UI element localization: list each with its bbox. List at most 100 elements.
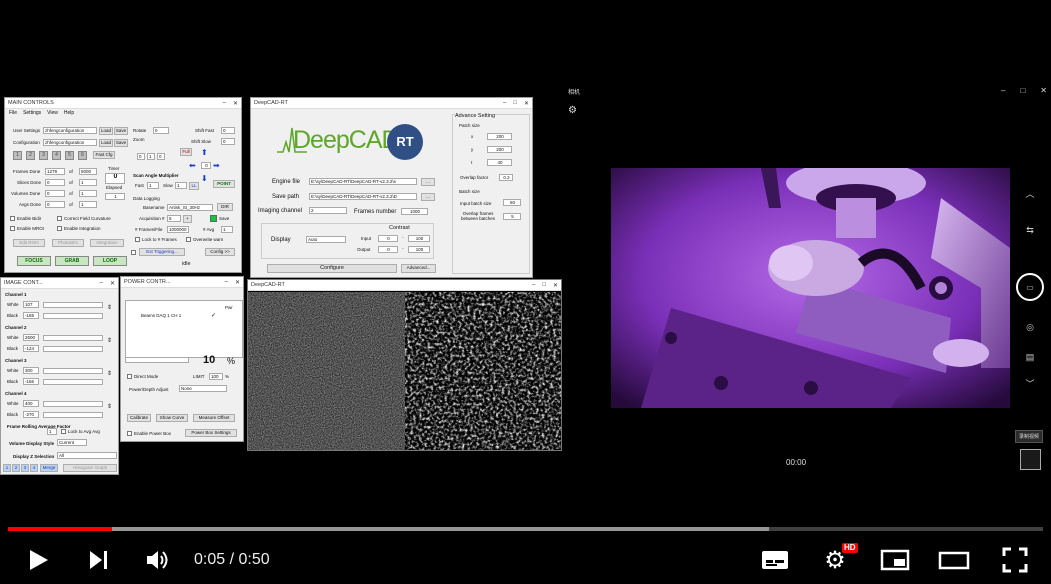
rotate-input[interactable]: 0 xyxy=(153,127,169,134)
white-slider[interactable] xyxy=(43,401,103,407)
subtitles-button[interactable] xyxy=(758,543,792,577)
frames-file-input[interactable]: 1000000 xyxy=(167,226,189,233)
cfg-button-2[interactable]: 2 xyxy=(26,151,35,160)
power-depth-select[interactable]: None xyxy=(179,385,227,392)
direct-mode-checkbox[interactable] xyxy=(127,374,132,379)
enable-power-box-checkbox[interactable] xyxy=(127,431,132,436)
switch-camera-icon[interactable]: ⇆ xyxy=(1009,224,1051,236)
volume-style-select[interactable]: Current xyxy=(57,439,87,446)
menu-help[interactable]: Help xyxy=(64,110,74,116)
dir-button[interactable]: DIR xyxy=(217,203,233,211)
avg-input[interactable]: 1 xyxy=(221,226,233,233)
calibrate-button[interactable]: Calibrate xyxy=(127,414,151,422)
engine-file-input[interactable]: E:\sy\DeepCAD-RT\DeepCAD-RT-v2.3.2\s xyxy=(309,178,417,185)
full-button[interactable]: Full xyxy=(180,148,192,156)
correct-field-checkbox[interactable] xyxy=(57,216,62,221)
tab-channel-4[interactable]: 4 xyxy=(30,464,38,472)
patch-t-input[interactable]: 40 xyxy=(487,159,512,166)
integration-button[interactable]: Integration xyxy=(90,239,124,247)
save-path-browse-button[interactable]: … xyxy=(421,193,435,201)
basename-input[interactable]: Artisk_St_30Hz xyxy=(167,204,213,211)
link-arrows-icon[interactable]: ⇕ xyxy=(107,370,112,377)
black-input[interactable]: -165 xyxy=(23,312,39,319)
enable-integration-checkbox[interactable] xyxy=(57,226,62,231)
black-input[interactable]: -166 xyxy=(23,378,39,385)
output-max[interactable]: 100 xyxy=(408,246,430,253)
output-min[interactable]: 0 xyxy=(378,246,398,253)
overwrite-warn-checkbox[interactable] xyxy=(186,237,191,242)
close-icon[interactable]: ✕ xyxy=(553,282,558,289)
timer-extra-input[interactable]: 1 xyxy=(105,193,125,200)
input-max[interactable]: 100 xyxy=(408,235,430,242)
close-icon[interactable]: ✕ xyxy=(235,279,240,286)
progress-bar[interactable] xyxy=(8,527,1043,531)
minimize-icon[interactable]: – xyxy=(100,280,103,287)
advanced-button[interactable]: Advanced... xyxy=(401,264,436,273)
gear-icon[interactable]: ⚙ xyxy=(568,105,577,116)
arrow-left-icon[interactable]: ⬅ xyxy=(189,161,196,170)
configure-button[interactable]: Configure xyxy=(267,264,397,273)
menu-file[interactable]: File xyxy=(9,110,17,116)
overlap-frames-input[interactable]: 5 xyxy=(503,213,521,220)
white-input[interactable]: 2600 xyxy=(23,334,39,341)
fast-cfg-button[interactable]: Fast Cfg xyxy=(93,151,115,159)
settings-button[interactable]: ⚙ HD xyxy=(818,543,858,577)
ext-triggering-button[interactable]: Ext Triggering... xyxy=(139,248,185,256)
grab-button[interactable]: GRAB xyxy=(55,256,89,266)
next-button[interactable] xyxy=(80,543,116,577)
white-input[interactable]: 300 xyxy=(23,367,39,374)
merge-button[interactable]: Merge xyxy=(40,464,58,472)
shift-slow-input[interactable]: 0 xyxy=(221,138,235,145)
black-slider[interactable] xyxy=(43,412,103,418)
play-button[interactable] xyxy=(20,543,56,577)
menu-settings[interactable]: Settings xyxy=(23,110,41,116)
shift-fast-input[interactable]: 0 xyxy=(221,127,235,134)
minimize-icon[interactable]: – xyxy=(532,282,535,289)
power-box-settings-button[interactable]: Power Box Settings xyxy=(185,429,237,437)
avgs-total-input[interactable]: 1 xyxy=(79,201,97,208)
cfg-button-4[interactable]: 4 xyxy=(52,151,61,160)
load-button[interactable]: Load xyxy=(99,127,113,135)
cfg-button-3[interactable]: 3 xyxy=(39,151,48,160)
imaging-channel-select[interactable]: 2 xyxy=(309,207,347,214)
white-input[interactable]: 107 xyxy=(23,301,39,308)
minimize-icon[interactable]: – xyxy=(223,100,226,107)
close-icon[interactable]: ✕ xyxy=(524,100,529,107)
minimize-icon[interactable]: – xyxy=(503,100,506,107)
configuration-input[interactable]: zhfengconfiguration xyxy=(43,139,97,146)
save-path-input[interactable]: E:\sy\DeepCAD-RT\DeepCAD-RT-v2.3.2\D xyxy=(309,193,417,200)
black-slider[interactable] xyxy=(43,313,103,319)
config-button[interactable]: Config >> xyxy=(205,248,235,256)
acquisition-input[interactable]: 5 xyxy=(167,215,181,222)
tab-channel-1[interactable]: 1 xyxy=(3,464,11,472)
engine-browse-button[interactable]: … xyxy=(421,178,435,186)
tab-channel-3[interactable]: 3 xyxy=(21,464,29,472)
loop-button[interactable]: LOOP xyxy=(93,256,127,266)
fast-input[interactable]: 1 xyxy=(147,182,159,189)
zoom-digit-hundreds[interactable]: 0 xyxy=(137,153,145,160)
measure-offset-button[interactable]: Measure Offset xyxy=(193,414,235,422)
load-config-button[interactable]: Load xyxy=(99,139,113,147)
link-arrows-icon[interactable]: ⇕ xyxy=(107,403,112,410)
lock-frames-checkbox[interactable] xyxy=(135,237,140,242)
percent-value[interactable]: 10 xyxy=(203,354,215,366)
power-slider[interactable] xyxy=(125,357,189,363)
display-select[interactable]: Auto xyxy=(306,236,346,243)
menu-view[interactable]: View xyxy=(47,110,58,116)
photostim-button[interactable]: Photostim xyxy=(52,239,84,247)
black-input[interactable]: -270 xyxy=(23,411,39,418)
white-slider[interactable] xyxy=(43,302,103,308)
cfg-button-5[interactable]: 5 xyxy=(65,151,74,160)
frames-total-input[interactable]: 5000 xyxy=(79,168,97,175)
zoom-digit-tens[interactable]: 1 xyxy=(147,153,155,160)
patch-x-input[interactable]: 200 xyxy=(487,133,512,140)
volume-button[interactable] xyxy=(140,543,176,577)
point-button[interactable]: POINT xyxy=(213,180,235,188)
input-batch-input[interactable]: 60 xyxy=(503,199,521,206)
chevron-up-icon[interactable]: ︿ xyxy=(1009,187,1051,199)
white-slider[interactable] xyxy=(43,368,103,374)
enable-mroi-checkbox[interactable] xyxy=(10,226,15,231)
beam-check-icon[interactable]: ✓ xyxy=(211,312,216,319)
ll-button[interactable]: LL xyxy=(189,182,199,190)
volumes-total-input[interactable]: 1 xyxy=(79,190,97,197)
